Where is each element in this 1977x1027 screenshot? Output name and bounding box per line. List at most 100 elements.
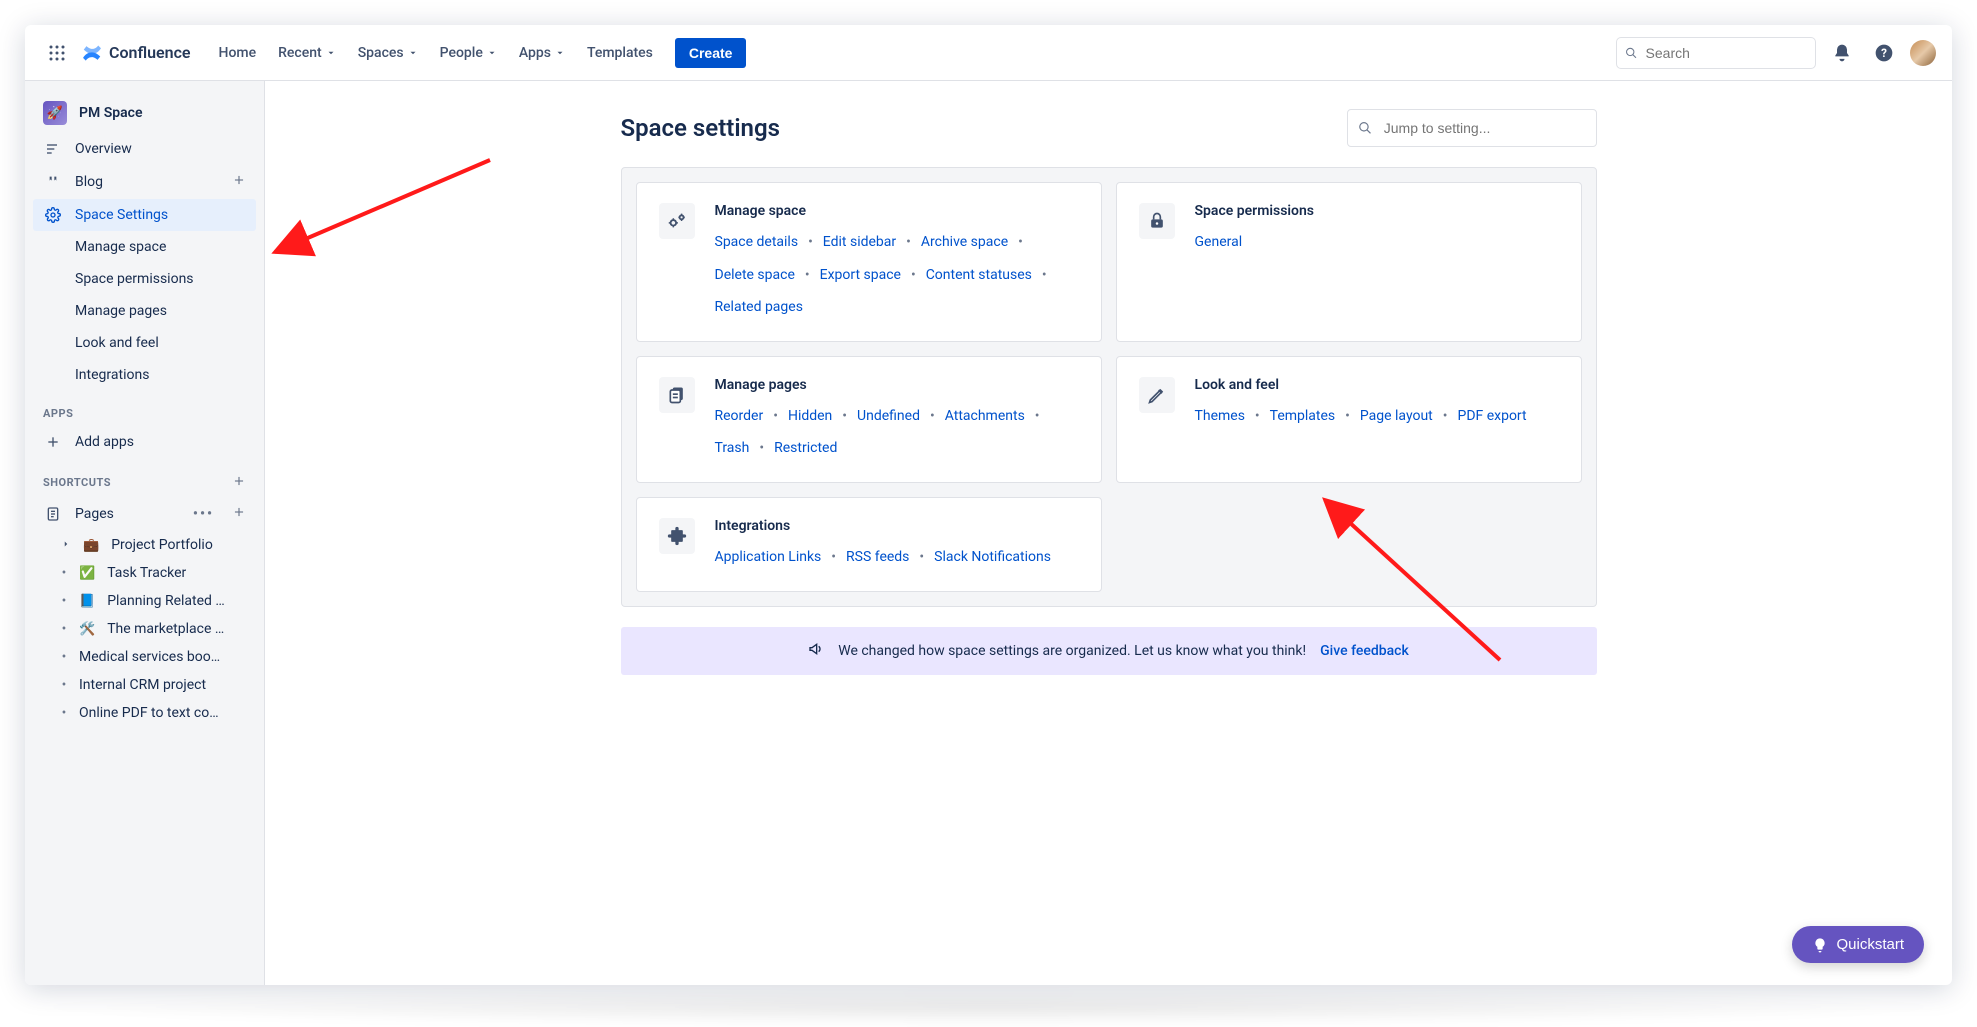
page-emoji: 🛠️ (79, 622, 95, 637)
sidebar-sub-manage-pages[interactable]: Manage pages (33, 295, 256, 327)
page-task-tracker[interactable]: • ✅ Task Tracker (33, 559, 256, 587)
pencil-icon (1139, 377, 1175, 413)
avatar[interactable] (1910, 40, 1936, 66)
feedback-banner: We changed how space settings are organi… (621, 627, 1597, 675)
link-undefined[interactable]: Undefined (857, 403, 920, 430)
sidebar-item-overview[interactable]: Overview (33, 133, 256, 165)
sidebar-sub-look-and-feel[interactable]: Look and feel (33, 327, 256, 359)
card-manage-space: Manage space Space details• Edit sidebar… (636, 182, 1102, 342)
chevron-down-icon (408, 48, 418, 58)
app-switcher-icon[interactable] (41, 37, 73, 69)
link-page-layout[interactable]: Page layout (1360, 403, 1433, 430)
link-reorder[interactable]: Reorder (715, 403, 764, 430)
link-templates[interactable]: Templates (1270, 403, 1336, 430)
confluence-logo[interactable]: Confluence (81, 42, 191, 64)
nav-recent[interactable]: Recent (268, 39, 346, 67)
page-emoji: ✅ (79, 566, 95, 581)
add-icon[interactable] (232, 505, 246, 523)
link-rss-feeds[interactable]: RSS feeds (846, 544, 909, 571)
page-title: Space settings (621, 114, 780, 142)
chevron-right-icon[interactable] (61, 537, 71, 553)
lightbulb-icon (1812, 937, 1828, 953)
link-content-statuses[interactable]: Content statuses (926, 262, 1032, 289)
puzzle-icon (659, 518, 695, 554)
page-project-portfolio[interactable]: 💼 Project Portfolio (33, 531, 256, 559)
banner-link[interactable]: Give feedback (1320, 643, 1409, 659)
link-application-links[interactable]: Application Links (715, 544, 822, 571)
shortcuts-header: SHORTCUTS (43, 476, 111, 489)
overview-icon (43, 141, 63, 157)
link-related-pages[interactable]: Related pages (715, 294, 803, 321)
sidebar-sub-space-permissions[interactable]: Space permissions (33, 263, 256, 295)
svg-text:?: ? (1881, 46, 1887, 60)
gears-icon (659, 203, 695, 239)
product-name: Confluence (109, 43, 191, 62)
space-header[interactable]: 🚀 PM Space (33, 93, 256, 133)
link-edit-sidebar[interactable]: Edit sidebar (823, 229, 896, 256)
sidebar-sub-integrations[interactable]: Integrations (33, 359, 256, 391)
sidebar-item-space-settings[interactable]: Space Settings (33, 199, 256, 231)
sidebar-item-label: Manage space (75, 239, 166, 255)
card-manage-pages: Manage pages Reorder• Hidden• Undefined•… (636, 356, 1102, 483)
add-icon[interactable] (232, 474, 246, 491)
nav-items: Home Recent Spaces People Apps Templates (209, 39, 663, 67)
link-delete-space[interactable]: Delete space (715, 262, 795, 289)
link-hidden[interactable]: Hidden (788, 403, 832, 430)
page-marketplace[interactable]: • 🛠️ The marketplace … (33, 615, 256, 643)
sidebar-item-label: Manage pages (75, 303, 167, 319)
page-label: Internal CRM project (79, 677, 206, 693)
page-label: The marketplace … (107, 621, 224, 637)
create-button[interactable]: Create (675, 38, 747, 68)
more-icon[interactable]: ••• (193, 506, 214, 522)
bullet-icon: • (61, 621, 67, 637)
card-title: Integrations (715, 518, 1079, 534)
help-icon[interactable]: ? (1868, 37, 1900, 69)
notifications-icon[interactable] (1826, 37, 1858, 69)
link-pdf-export[interactable]: PDF export (1457, 403, 1526, 430)
chevron-down-icon (555, 48, 565, 58)
sidebar-item-blog[interactable]: Blog (33, 165, 256, 199)
jump-to-setting[interactable] (1347, 109, 1597, 147)
nav-people[interactable]: People (430, 39, 507, 67)
nav-spaces[interactable]: Spaces (348, 39, 428, 67)
link-archive-space[interactable]: Archive space (921, 229, 1008, 256)
nav-apps[interactable]: Apps (509, 39, 575, 67)
add-icon[interactable] (232, 173, 246, 191)
main-content: Space settings (265, 81, 1952, 985)
sidebar-sub-manage-space[interactable]: Manage space (33, 231, 256, 263)
link-slack-notifications[interactable]: Slack Notifications (934, 544, 1051, 571)
search-input[interactable] (1644, 44, 1807, 62)
nav-templates[interactable]: Templates (577, 39, 663, 67)
quickstart-button[interactable]: Quickstart (1792, 926, 1924, 963)
link-attachments[interactable]: Attachments (945, 403, 1025, 430)
pages-stack-icon (659, 377, 695, 413)
nav-home[interactable]: Home (209, 39, 267, 67)
page-label: Project Portfolio (111, 537, 213, 553)
link-themes[interactable]: Themes (1195, 403, 1245, 430)
blog-icon (43, 174, 63, 190)
page-internal-crm[interactable]: • Internal CRM project (33, 671, 256, 699)
search-icon (1358, 120, 1372, 136)
page-online-pdf[interactable]: • Online PDF to text co… (33, 699, 256, 727)
apps-header: APPS (33, 391, 256, 426)
bullet-icon: • (61, 677, 67, 693)
sidebar-add-apps[interactable]: Add apps (33, 426, 256, 458)
card-links: Space details• Edit sidebar• Archive spa… (715, 229, 1079, 321)
card-title: Look and feel (1195, 377, 1559, 393)
global-search[interactable] (1616, 37, 1816, 69)
page-medical-services[interactable]: • Medical services boo… (33, 643, 256, 671)
link-restricted[interactable]: Restricted (774, 435, 837, 462)
page-label: Medical services boo… (79, 649, 220, 665)
jump-input[interactable] (1382, 119, 1586, 137)
page-planning-related[interactable]: • 📘 Planning Related … (33, 587, 256, 615)
megaphone-icon (808, 641, 824, 661)
link-export-space[interactable]: Export space (820, 262, 901, 289)
sidebar-pages[interactable]: Pages ••• (33, 497, 256, 531)
link-space-details[interactable]: Space details (715, 229, 799, 256)
sidebar-item-label: Overview (75, 141, 132, 157)
link-trash[interactable]: Trash (715, 435, 750, 462)
banner-text: We changed how space settings are organi… (838, 643, 1306, 659)
page-label: Planning Related … (107, 593, 225, 609)
bullet-icon: • (61, 565, 67, 581)
link-general[interactable]: General (1195, 229, 1243, 256)
